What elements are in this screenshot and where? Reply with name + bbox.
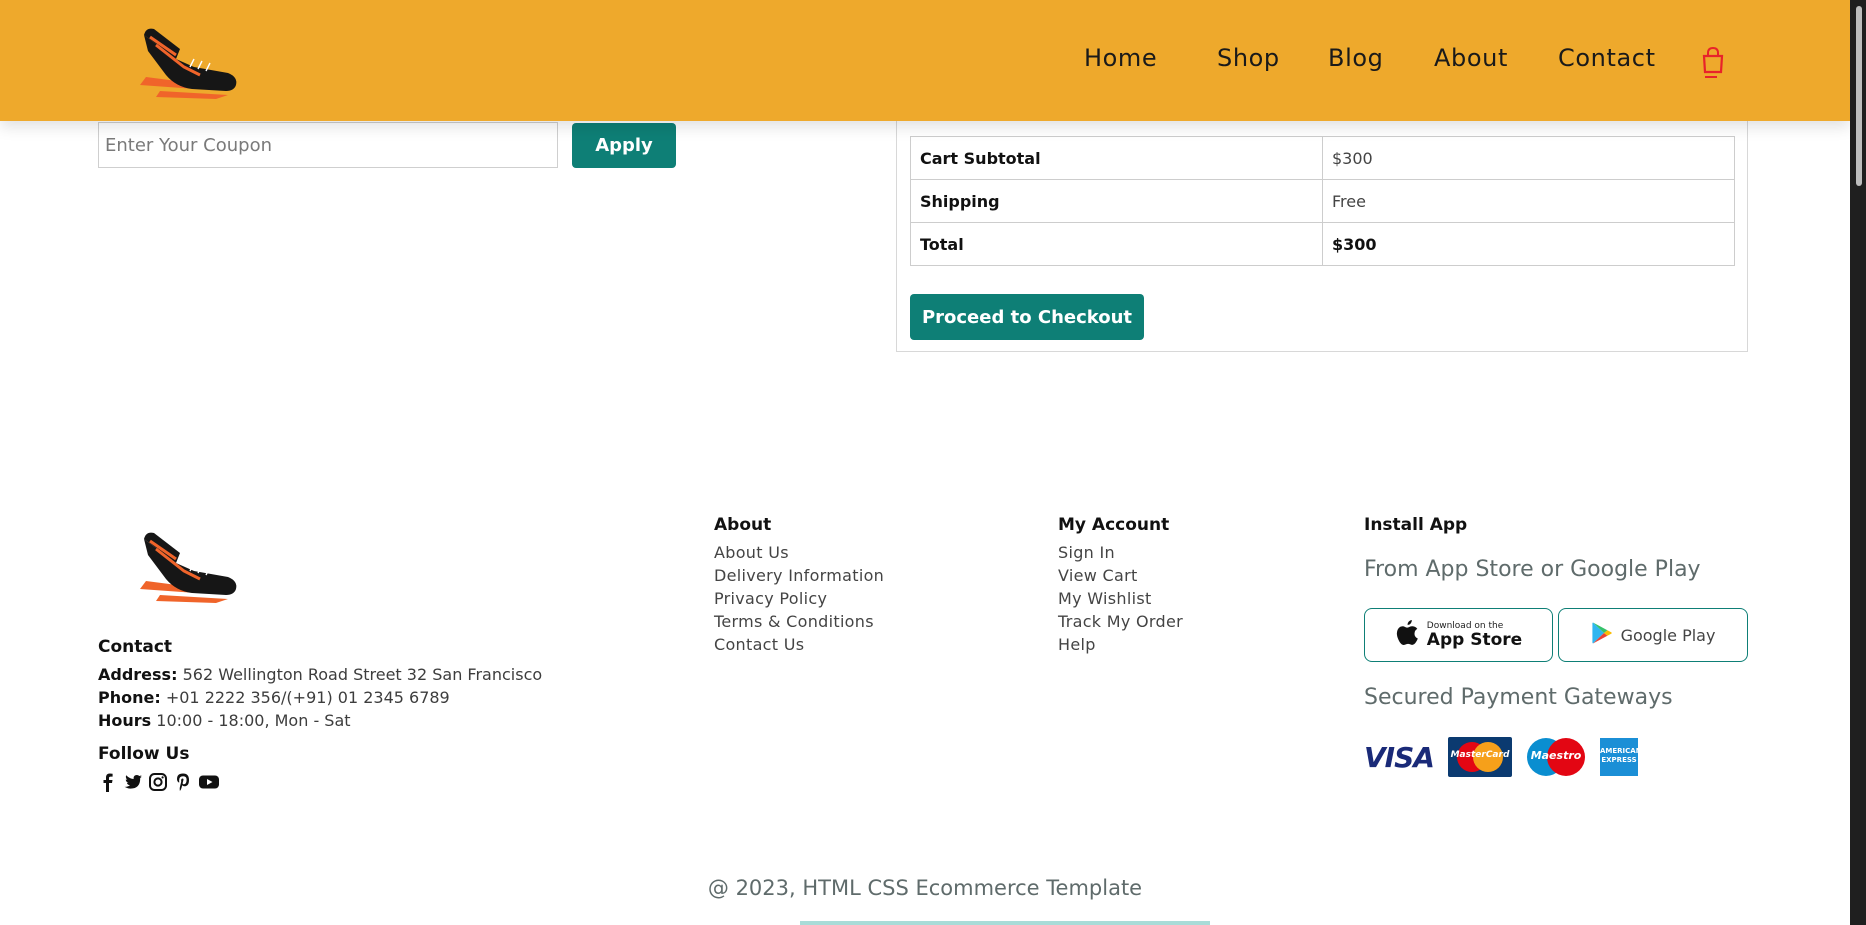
bottom-teal-strip <box>800 921 1210 925</box>
address-label: Address: <box>98 665 178 684</box>
shipping-value: Free <box>1322 179 1735 223</box>
youtube-icon[interactable] <box>198 772 220 792</box>
footer-link-contact-us[interactable]: Contact Us <box>714 635 804 654</box>
social-links <box>98 772 220 794</box>
total-label: Total <box>910 222 1323 266</box>
twitter-icon[interactable] <box>123 772 143 792</box>
total-value: $300 <box>1322 222 1735 266</box>
shipping-label: Shipping <box>910 179 1323 223</box>
table-row: Shipping Free <box>910 179 1735 223</box>
address-value: 562 Wellington Road Street 32 San Franci… <box>182 665 543 684</box>
footer-account-title: My Account <box>1058 515 1170 535</box>
site-header: Home Shop Blog About Contact <box>0 0 1850 121</box>
app-store-button[interactable]: Download on the App Store <box>1364 608 1553 662</box>
footer-link-track-order[interactable]: Track My Order <box>1058 612 1183 631</box>
cart-bag-icon[interactable] <box>1700 46 1726 78</box>
footer-link-delivery-information[interactable]: Delivery Information <box>714 566 884 585</box>
nav-link-shop[interactable]: Shop <box>1217 44 1280 72</box>
nav-link-contact[interactable]: Contact <box>1558 44 1656 72</box>
footer-about-title: About <box>714 515 772 535</box>
app-store-text: Download on the App Store <box>1427 621 1522 649</box>
table-row: Total $300 <box>910 222 1735 266</box>
install-app-title: Install App <box>1364 515 1468 535</box>
cart-totals-table: Cart Subtotal $300 Shipping Free Total $… <box>910 136 1735 266</box>
visa-logo-icon: VISA <box>1364 737 1436 777</box>
phone-value: +01 2222 356/(+91) 01 2345 6789 <box>165 688 450 707</box>
subtotal-value: $300 <box>1322 136 1735 180</box>
footer-hours: Hours 10:00 - 18:00, Mon - Sat <box>98 711 351 730</box>
footer-address: Address: 562 Wellington Road Street 32 S… <box>98 665 542 684</box>
hours-value: 10:00 - 18:00, Mon - Sat <box>156 711 351 730</box>
mastercard-text: MasterCard <box>1450 750 1510 760</box>
google-play-button[interactable]: Google Play <box>1558 608 1748 662</box>
table-row: Cart Subtotal $300 <box>910 136 1735 180</box>
footer-link-terms[interactable]: Terms & Conditions <box>714 612 874 631</box>
app-store-big-label: App Store <box>1426 630 1523 650</box>
google-play-label: Google Play <box>1620 625 1716 645</box>
footer-link-sign-in[interactable]: Sign In <box>1058 543 1115 562</box>
facebook-icon[interactable] <box>98 772 118 792</box>
footer-link-privacy-policy[interactable]: Privacy Policy <box>714 589 827 608</box>
maestro-logo-icon: Maestro <box>1524 737 1588 777</box>
footer-link-about-us[interactable]: About Us <box>714 543 789 562</box>
footer-logo-shoe-icon <box>136 518 240 608</box>
logo-shoe-icon[interactable] <box>136 15 240 103</box>
amex-logo-icon: AMERICAN EXPRESS <box>1600 738 1642 776</box>
subtotal-label: Cart Subtotal <box>910 136 1323 180</box>
copyright-text: @ 2023, HTML CSS Ecommerce Template <box>707 876 1143 900</box>
hours-label: Hours <box>98 711 152 730</box>
follow-us-title: Follow Us <box>98 744 190 764</box>
nav-link-about[interactable]: About <box>1434 44 1508 72</box>
footer-link-view-cart[interactable]: View Cart <box>1058 566 1138 585</box>
amex-text: AMERICAN EXPRESS <box>1600 747 1642 764</box>
coupon-input[interactable] <box>98 122 558 168</box>
apply-coupon-button[interactable]: Apply <box>572 123 676 168</box>
google-play-icon <box>1591 621 1613 649</box>
page: Home Shop Blog About Contact Apply Cart … <box>0 0 1850 925</box>
footer-contact-title: Contact <box>98 637 173 657</box>
instagram-icon[interactable] <box>148 772 168 792</box>
payment-gateways-title: Secured Payment Gateways <box>1364 685 1673 710</box>
footer-link-help[interactable]: Help <box>1058 635 1096 654</box>
app-store-subtitle: From App Store or Google Play <box>1364 557 1701 582</box>
payment-logos: VISA MasterCard Maestro AMERICAN EXPRESS <box>1364 737 1642 777</box>
footer-phone: Phone: +01 2222 356/(+91) 01 2345 6789 <box>98 688 450 707</box>
pinterest-icon[interactable] <box>173 772 193 792</box>
mastercard-logo-icon: MasterCard <box>1448 737 1512 777</box>
nav-link-home[interactable]: Home <box>1084 44 1157 72</box>
visa-text: VISA <box>1364 740 1435 774</box>
phone-label: Phone: <box>98 688 161 707</box>
apple-icon <box>1395 619 1419 651</box>
maestro-text: Maestro <box>1530 749 1582 762</box>
proceed-to-checkout-button[interactable]: Proceed to Checkout <box>910 294 1144 340</box>
scrollbar-thumb[interactable] <box>1856 6 1862 186</box>
nav-link-blog[interactable]: Blog <box>1328 44 1383 72</box>
footer-link-my-wishlist[interactable]: My Wishlist <box>1058 589 1152 608</box>
